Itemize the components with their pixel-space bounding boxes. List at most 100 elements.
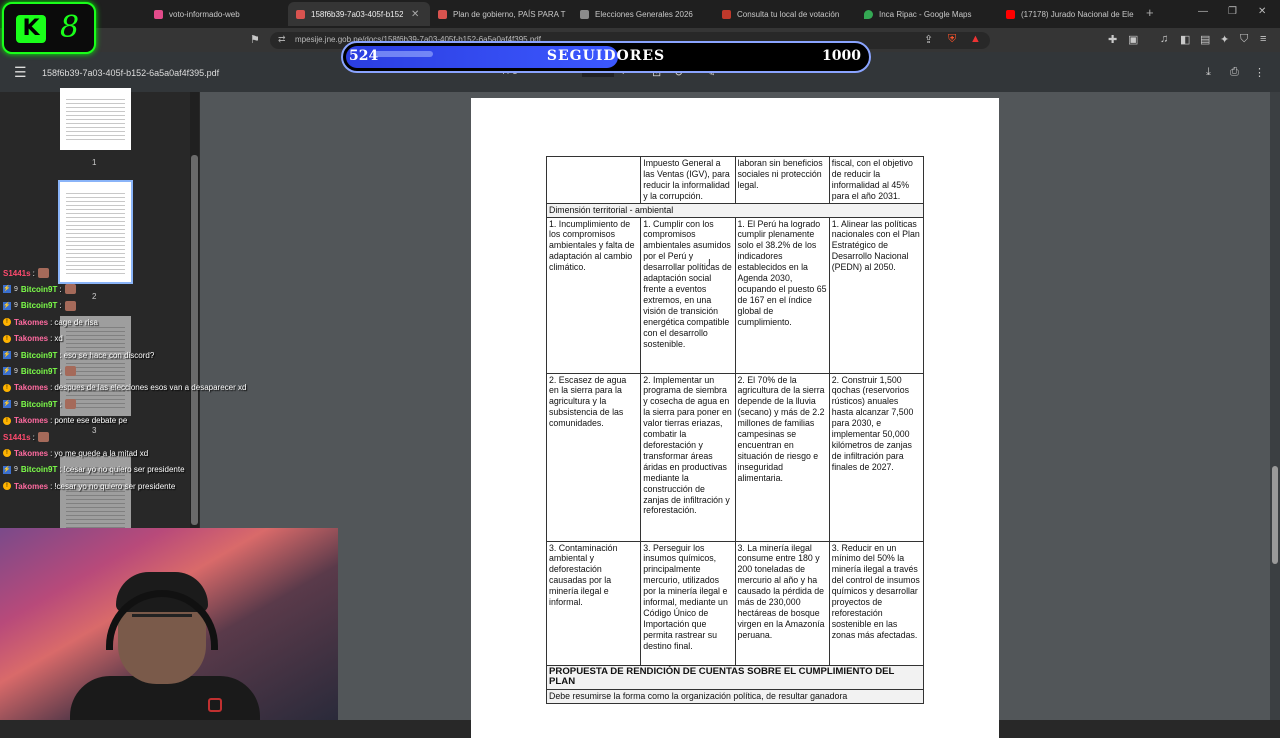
chat-message: ! Takomes: despues de las elecciones esos … — [3, 380, 246, 396]
chat-username[interactable]: Bitcoin9T — [21, 351, 57, 360]
wallet-icon[interactable]: ▤ — [1200, 33, 1210, 46]
table-cell: 3. Contaminación ambiental y deforestaci… — [545, 540, 642, 666]
brave-shield-icon[interactable]: ⛨ — [948, 33, 956, 46]
sub-badge-icon: 9 — [14, 466, 18, 474]
followers-goal-bar: SEGUIDORES 524 1000 — [341, 41, 871, 73]
chat-message: ! Takomes: cage de risa — [3, 314, 98, 330]
chat-text: !cesar yo no quiero ser presidente — [63, 465, 185, 475]
tab-7[interactable]: (17178) Jurado Nacional de Ele — [1006, 2, 1136, 26]
pdf-page: Impuesto General a las Ventas (IGV), par… — [471, 98, 999, 738]
chat-text: eso se hace con discord? — [63, 350, 155, 360]
warning-badge-icon: ! — [3, 416, 11, 425]
pdf-menu-icon[interactable]: ☰ — [14, 64, 27, 81]
chat-separator: : — [59, 465, 62, 475]
close-window-button[interactable]: ✕ — [1258, 6, 1266, 17]
chat-username[interactable]: Takomes — [14, 383, 48, 392]
site-info-icon[interactable]: ⇄ — [278, 34, 286, 45]
chat-text: yo me quede a la mitad xd — [54, 448, 149, 458]
sub-badge-icon: 9 — [14, 400, 18, 408]
leo-ai-icon[interactable]: ✦ — [1220, 33, 1229, 46]
tab-3[interactable]: Plan de gobierno, PAÍS PARA T — [438, 2, 568, 26]
more-options-icon[interactable]: ⋮ — [1254, 66, 1265, 79]
table-cell: laboran sin beneficios sociales ni prote… — [734, 156, 830, 204]
chat-username[interactable]: Takomes — [14, 334, 48, 343]
tab-4[interactable]: Elecciones Generales 2026 — [580, 2, 710, 26]
chat-separator: : — [50, 334, 53, 344]
bookmark-icon[interactable]: ⚑ — [250, 33, 260, 46]
chat-username[interactable]: Takomes — [14, 482, 48, 491]
extensions-icon[interactable]: ✚ — [1108, 33, 1117, 46]
emote-icon — [64, 300, 76, 311]
screenshot-icon[interactable]: ▣ — [1128, 33, 1138, 46]
chat-message: ⚡ 9 Bitcoin9T: — [3, 298, 76, 314]
chat-separator: : — [59, 366, 62, 376]
chat-message: ⚡ 9 Bitcoin9T: !cesar yo no quiero ser pres… — [3, 462, 185, 478]
plan-table: Impuesto General a las Ventas (IGV), par… — [545, 156, 925, 705]
table-cell: 3. Perseguir los insumos químicos, princ… — [640, 540, 736, 666]
table-cell: 2. Construir 1,500 qochas (reservorios r… — [828, 372, 925, 542]
chat-username[interactable]: Bitcoin9T — [21, 400, 57, 409]
menu-icon[interactable]: ≡ — [1260, 33, 1266, 45]
youtube-icon — [1006, 9, 1015, 19]
tab-6[interactable]: Inca Ripac - Google Maps — [864, 2, 994, 26]
table-cell: 2. Escasez de agua en la sierra para la … — [545, 372, 642, 542]
prime-badge-icon: ⚡ — [3, 301, 11, 310]
vpn-icon[interactable]: ⛉ — [1240, 33, 1248, 46]
chat-separator: : — [50, 317, 53, 327]
github-icon — [154, 9, 163, 19]
new-tab-button[interactable]: + — [1146, 5, 1154, 20]
generic-icon — [722, 9, 731, 19]
chat-username[interactable]: S1441s — [3, 269, 31, 278]
share-icon[interactable]: ⇪ — [924, 33, 933, 46]
table-row: 1. Incumplimiento de los compromisos amb… — [545, 216, 925, 374]
chat-username[interactable]: Takomes — [14, 318, 48, 327]
pdf-icon — [296, 9, 305, 19]
page-thumbnail-1[interactable] — [60, 88, 131, 150]
viewer-scrollbar-thumb[interactable] — [1272, 466, 1278, 564]
download-icon[interactable]: ⤓ — [1206, 66, 1211, 79]
thumbnail-number: 1 — [92, 158, 97, 167]
chat-username[interactable]: Bitcoin9T — [21, 465, 57, 474]
tab-title: Elecciones Generales 2026 — [595, 9, 693, 19]
chat-username[interactable]: Bitcoin9T — [21, 285, 57, 294]
prime-badge-icon: ⚡ — [3, 367, 11, 376]
logo-number-8: 8 — [60, 10, 80, 45]
chat-separator: : — [50, 481, 53, 491]
tab-5[interactable]: Consulta tu local de votación — [722, 2, 852, 26]
emote-icon — [64, 366, 76, 377]
sidebar-icon[interactable]: ◧ — [1180, 33, 1190, 46]
tab-title: (17178) Jurado Nacional de Ele — [1021, 9, 1134, 19]
chat-message: ⚡ 9 Bitcoin9T: eso se hace con discord? — [3, 347, 154, 363]
tab-2-active[interactable]: 158f6b39-7a03-405f-b152 ✕ — [288, 2, 430, 26]
tab-1[interactable]: voto-informado-web — [154, 2, 284, 26]
chat-username[interactable]: Bitcoin9T — [21, 301, 57, 310]
viewer-scrollbar[interactable] — [1270, 92, 1280, 720]
tab-title: Plan de gobierno, PAÍS PARA T — [453, 9, 566, 19]
close-tab-icon[interactable]: ✕ — [411, 9, 419, 20]
text-cursor-icon: I — [708, 258, 711, 269]
glasses-icon — [132, 614, 192, 626]
webcam-feed — [0, 528, 338, 720]
chat-message: ! Takomes: xd — [3, 331, 63, 347]
rewards-icon[interactable]: ▲ — [970, 33, 981, 45]
chat-message: ! Takomes: ponte ese debate pe — [3, 413, 127, 429]
chat-username[interactable]: Takomes — [14, 416, 48, 425]
chat-message: ⚡ 9 Bitcoin9T: — [3, 396, 76, 412]
warning-badge-icon: ! — [3, 318, 11, 327]
chat-message: S1441s: — [3, 265, 49, 281]
table-cell — [545, 156, 642, 204]
chat-text: despues de las elecciones esos van a des… — [54, 383, 247, 393]
chat-text: xd — [54, 334, 63, 344]
chat-username[interactable]: Bitcoin9T — [21, 367, 57, 376]
chat-username[interactable]: Takomes — [14, 449, 48, 458]
table-row: Impuesto General a las Ventas (IGV), par… — [545, 156, 925, 204]
maps-icon — [864, 9, 873, 19]
warning-badge-icon: ! — [3, 449, 11, 458]
sub-badge-icon: 9 — [14, 285, 18, 293]
music-icon[interactable]: ♫ — [1160, 33, 1168, 45]
chat-username[interactable]: S1441s — [3, 433, 31, 442]
maximize-button[interactable]: ❐ — [1228, 6, 1237, 17]
print-icon[interactable]: ⎙ — [1230, 66, 1239, 79]
emote-icon — [64, 284, 76, 295]
minimize-button[interactable]: — — [1198, 6, 1208, 17]
